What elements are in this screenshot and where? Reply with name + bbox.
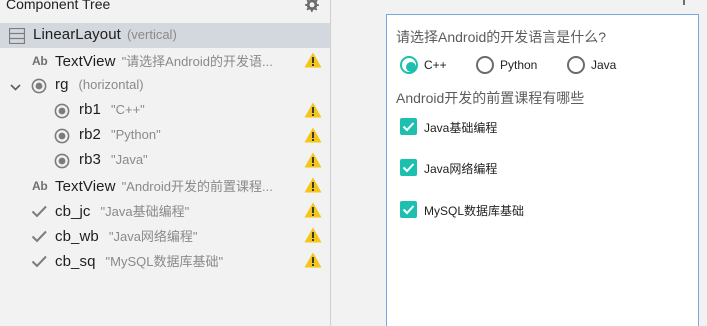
radio-label: Python [500,58,538,72]
tree-item-detail: "Java网络编程" [108,229,198,244]
checkbox-checked-icon [400,201,417,218]
tree-item-detail: (vertical) [126,27,177,42]
tree-item-name: TextView [55,53,116,70]
tree-item-name: cb_wb [55,228,99,245]
panel-title: Component Tree [6,0,111,12]
warning-icon[interactable] [304,202,322,218]
radiobutton-icon [54,103,70,119]
warning-icon[interactable] [304,152,322,168]
tree-item-textview-courses[interactable]: Ab TextView "Android开发的前置课程... [0,173,330,198]
tree-item-detail: "请选择Android的开发语... [121,54,273,69]
gear-icon[interactable] [303,0,321,15]
checkbox-label: Java基础编程 [424,121,498,135]
radio-label: Java [591,58,617,72]
warning-icon[interactable] [304,177,322,193]
radio-label: C++ [424,58,447,72]
question-text: 请选择Android的开发语言是什么? [396,29,607,45]
tree-item-cb-sq[interactable]: cb_sq "MySQL数据库基础" [0,248,330,273]
checkbox-check-icon [31,253,47,269]
tree-item-name: cb_sq [55,253,96,270]
radio-circle [476,56,494,74]
radio-python[interactable]: Python [476,56,546,76]
tree-item-name: rb1 [79,101,101,118]
tree-item-rb3[interactable]: rb3 "Java" [0,148,330,173]
tree-item-textview-question[interactable]: Ab TextView "请选择Android的开发语... [0,48,330,73]
checkbox-java-basics[interactable]: Java基础编程 [400,118,510,136]
radiogroup-icon [31,78,47,94]
tree-item-name: rb2 [79,126,101,143]
checkbox-checked-icon [400,118,417,135]
radio-cpp[interactable]: C++ [400,56,460,76]
checkbox-mysql-basics[interactable]: MySQL数据库基础 [400,201,530,219]
radiobutton-icon [54,153,70,169]
tree-item-name: rb3 [79,151,101,168]
component-tree-header: Component Tree [0,0,330,20]
checkbox-label: Java网络编程 [424,162,498,176]
radiobutton-icon [54,128,70,144]
tree-item-rg[interactable]: rg (horizontal) [0,73,330,98]
courses-question-text: Android开发的前置课程有哪些 [396,90,585,106]
radio-circle [567,56,585,74]
tree-item-detail: "Python" [110,127,161,142]
tree-item-name: rg [55,76,69,93]
canvas-resize-handle[interactable] [683,0,685,5]
checkbox-check-icon [31,228,47,244]
tree-item-rb1[interactable]: rb1 "C++" [0,98,330,123]
tree-item-cb-jc[interactable]: cb_jc "Java基础编程" [0,198,330,223]
tree-item-detail: (horizontal) [78,77,144,92]
warning-icon[interactable] [304,52,322,68]
tree-item-linearlayout[interactable]: LinearLayout (vertical) [0,23,330,48]
checkbox-label: MySQL数据库基础 [424,204,525,218]
component-tree-panel: Component Tree LinearLayout (vertical) Ab… [0,0,331,326]
tree-item-detail: "Java基础编程" [100,204,190,219]
chevron-down-icon[interactable] [10,80,21,91]
tree-item-name: TextView [55,178,116,195]
radio-selected-dot [406,62,416,72]
radio-circle [400,56,418,74]
warning-icon[interactable] [304,127,322,143]
textview-ab-icon: Ab [32,179,48,193]
tree-item-detail: "MySQL数据库基础" [105,254,224,269]
checkbox-checked-icon [400,159,417,176]
checkbox-check-icon [31,203,47,219]
textview-ab-icon: Ab [32,54,48,68]
tree-item-cb-wb[interactable]: cb_wb "Java网络编程" [0,223,330,248]
tree-item-name: cb_jc [55,203,91,220]
layout-icon [8,27,26,45]
checkbox-java-network[interactable]: Java网络编程 [400,159,510,177]
tree-item-rb2[interactable]: rb2 "Python" [0,123,330,148]
warning-icon[interactable] [304,252,322,268]
warning-icon[interactable] [304,102,322,118]
tree-item-detail: "Android开发的前置课程... [121,179,273,194]
warning-icon[interactable] [304,227,322,243]
radio-java[interactable]: Java [567,56,627,76]
tree-item-detail: "Java" [110,152,148,167]
tree-item-detail: "C++" [110,102,145,117]
tree-item-name: LinearLayout [33,26,121,43]
